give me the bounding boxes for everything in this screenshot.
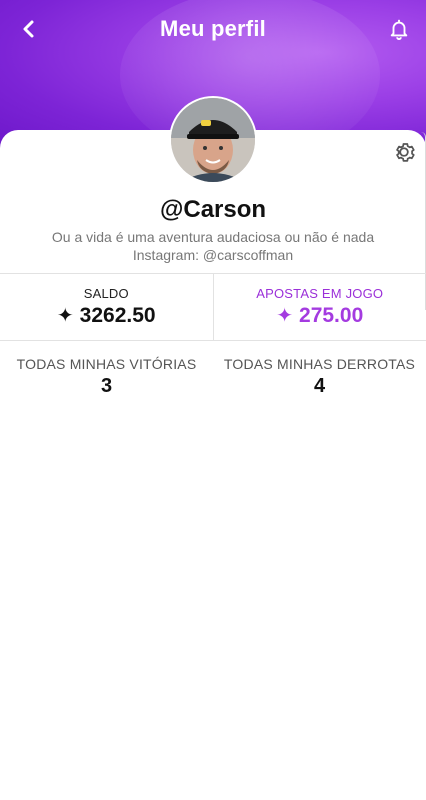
saldo-label: SALDO — [83, 286, 129, 301]
sparkle-icon: ✦ — [56, 305, 74, 327]
avatar[interactable] — [171, 98, 255, 182]
notifications-button[interactable] — [384, 14, 414, 44]
losses-record[interactable]: TODAS MINHAS DERROTAS 4 — [213, 356, 426, 398]
losses-value: 4 — [313, 375, 326, 397]
wins-record[interactable]: TODAS MINHAS VITÓRIAS 3 — [0, 356, 213, 398]
bio: Ou a vida é uma aventura audaciosa ou nã… — [0, 228, 426, 264]
bio-text: Ou a vida é uma aventura audaciosa ou nã… — [51, 229, 375, 245]
sparkle-icon: ✦ — [276, 305, 294, 327]
gear-icon — [396, 143, 415, 162]
saldo-value-row: ✦ 3262.50 — [57, 304, 156, 328]
apostas-value-row: ✦ 275.00 — [276, 304, 363, 328]
instagram-text: Instagram: @carscoffman — [132, 247, 294, 263]
username: @Carson — [159, 196, 267, 223]
saldo-value: 3262.50 — [79, 304, 156, 327]
apostas-value: 275.00 — [299, 304, 364, 327]
bell-icon — [390, 19, 408, 40]
saldo-stat: SALDO ✦ 3262.50 — [0, 274, 213, 340]
page-title: Meu perfil — [160, 16, 266, 41]
settings-button[interactable] — [390, 138, 418, 166]
apostas-stat[interactable]: APOSTAS EM JOGO ✦ 275.00 — [212, 274, 426, 340]
balance-stats: SALDO ✦ 3262.50 APOSTAS EM JOGO ✦ 275.00 — [0, 273, 426, 341]
apostas-label: APOSTAS EM JOGO — [256, 286, 384, 301]
wins-value: 3 — [100, 375, 113, 397]
losses-label: TODAS MINHAS DERROTAS — [223, 356, 416, 372]
win-loss-records: TODAS MINHAS VITÓRIAS 3 TODAS MINHAS DER… — [0, 356, 426, 398]
wins-label: TODAS MINHAS VITÓRIAS — [16, 356, 197, 372]
user-photo — [171, 98, 255, 182]
